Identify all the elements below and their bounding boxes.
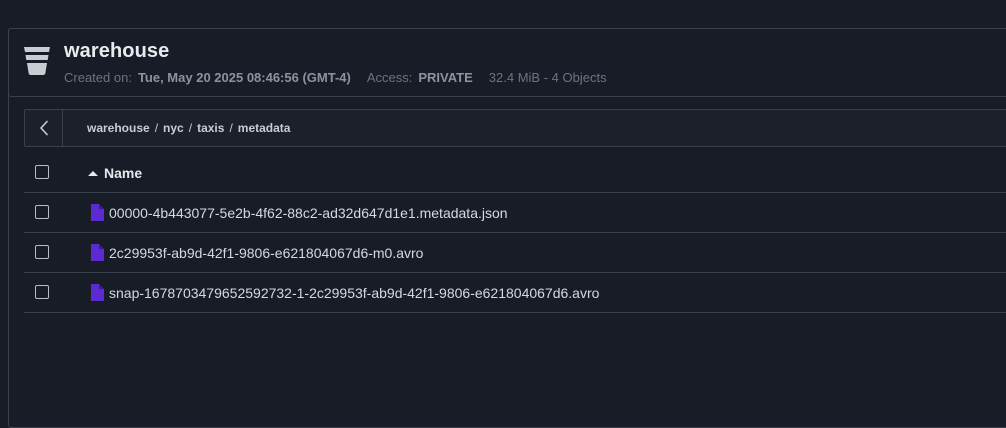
access-value: PRIVATE [418, 70, 473, 85]
breadcrumb-separator: / [154, 121, 159, 135]
name-header-label: Name [104, 165, 143, 181]
row-checkbox[interactable] [35, 285, 49, 299]
file-icon [91, 244, 104, 261]
back-button[interactable] [25, 110, 63, 146]
breadcrumb-separator: / [188, 121, 193, 135]
breadcrumb-separator: / [229, 121, 233, 135]
file-name[interactable]: snap-1678703479652592732-1-2c29953f-ab9d… [109, 285, 599, 301]
row-checkbox[interactable] [35, 245, 49, 259]
table-row[interactable]: snap-1678703479652592732-1-2c29953f-ab9d… [24, 273, 1006, 313]
file-icon [91, 204, 104, 221]
size-summary: 32.4 MiB - 4 Objects [488, 70, 607, 85]
breadcrumb-nyc[interactable]: nyc [163, 121, 184, 135]
created-value: Tue, May 20 2025 08:46:56 (GMT-4) [137, 70, 351, 85]
chevron-left-icon [39, 120, 48, 136]
file-name[interactable]: 00000-4b443077-5e2b-4f62-88c2-ad32d647d1… [109, 205, 508, 221]
bucket-name: warehouse [64, 40, 170, 62]
breadcrumb-taxis[interactable]: taxis [197, 121, 224, 135]
table-header: Name [24, 153, 1006, 193]
access-label: Access: [366, 70, 413, 85]
bucket-icon [24, 47, 50, 75]
breadcrumb-warehouse[interactable]: warehouse [87, 121, 150, 135]
table-row[interactable]: 2c29953f-ab9d-42f1-9806-e621804067d6-m0.… [24, 233, 1006, 273]
breadcrumb-metadata[interactable]: metadata [238, 121, 291, 135]
table-row[interactable]: 00000-4b443077-5e2b-4f62-88c2-ad32d647d1… [24, 193, 1006, 233]
row-checkbox[interactable] [35, 205, 49, 219]
sort-ascending-icon [88, 171, 98, 176]
object-table: Name 00000-4b443077-5e2b-4f62-88c2-ad32d… [24, 153, 1006, 313]
name-column-header[interactable]: Name [88, 165, 142, 181]
file-icon [91, 284, 104, 301]
created-label: Created on: [64, 70, 132, 85]
file-name[interactable]: 2c29953f-ab9d-42f1-9806-e621804067d6-m0.… [109, 245, 423, 261]
breadcrumb: warehouse / nyc / taxis / metadata [87, 121, 290, 135]
breadcrumb-bar: warehouse / nyc / taxis / metadata [24, 109, 1006, 147]
bucket-meta: Created on: Tue, May 20 2025 08:46:56 (GM… [64, 70, 607, 85]
select-all-checkbox[interactable] [35, 165, 49, 179]
